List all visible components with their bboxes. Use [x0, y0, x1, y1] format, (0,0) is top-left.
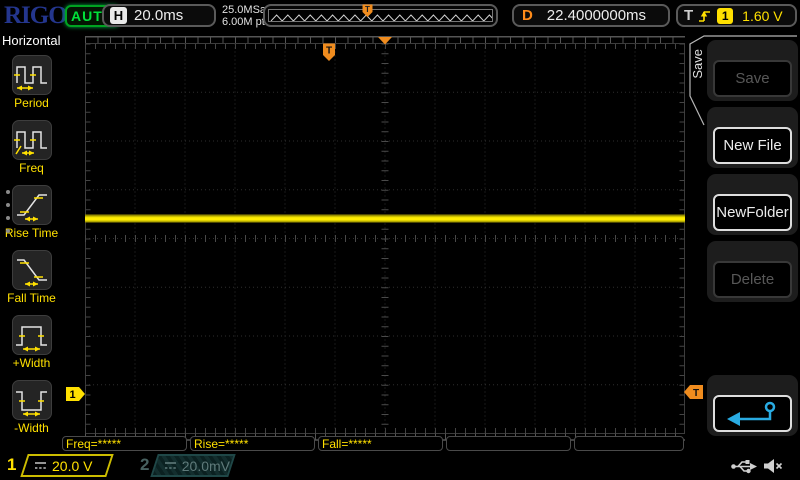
period-icon: [11, 55, 52, 95]
delay-value: 22.4000000ms: [546, 7, 647, 24]
measurement-slot-fall: Fall=*****: [318, 436, 443, 451]
delay-label: D: [522, 7, 533, 24]
preview-zigzag-wave: [270, 14, 492, 21]
menu-item-fall-time[interactable]: Fall Time: [0, 250, 63, 305]
menu-item-minus-width[interactable]: -Width: [0, 380, 63, 435]
plus-width-icon: [11, 315, 52, 355]
measurement-slot-empty: [446, 436, 571, 451]
menu-item-freq[interactable]: Freq: [0, 120, 63, 175]
save-tab-label: Save: [690, 49, 705, 79]
trigger-delay-box: D 22.4000000ms: [512, 4, 670, 27]
menu-item-label: Period: [14, 96, 49, 110]
delete-button-slot: Delete: [707, 241, 798, 302]
horizontal-label: H: [110, 7, 127, 24]
ch1-scale: 20.0 V: [52, 457, 93, 474]
menu-item-label: Fall Time: [7, 291, 56, 305]
timebase-value: 20.0ms: [134, 7, 184, 24]
delete-button: Delete: [713, 261, 792, 298]
speaker-muted-icon: [764, 459, 783, 473]
usb-icon: [731, 460, 757, 474]
menu-item-period[interactable]: Period: [0, 55, 63, 110]
measurement-slot-freq: Freq=*****: [62, 436, 187, 451]
fall-time-icon: [11, 250, 52, 290]
dc-coupling-icon: [165, 462, 176, 469]
menu-page-dot: [6, 216, 10, 220]
horizontal-measure-menu: Horizontal Period Freq Rise Time Fall Ti…: [0, 30, 63, 452]
save-button: Save: [713, 60, 792, 97]
return-arrow-icon: [726, 401, 775, 426]
ch2-scale: 20.0mV: [181, 457, 230, 474]
rise-time-icon: [11, 185, 52, 225]
ch2-number: 2: [140, 455, 150, 474]
save-button-slot: Save: [707, 40, 798, 101]
menu-item-label: Freq: [19, 161, 44, 175]
ch1-waveform: [85, 214, 685, 223]
trigger-level-value: 1.60 V: [742, 7, 783, 24]
return-button[interactable]: [713, 395, 792, 432]
menu-item-label: +Width: [12, 356, 51, 370]
menu-page-dot: [6, 203, 10, 207]
oscilloscope-screen: RIGOL AUTO H 20.0ms 25.0MSa/s 6.00M pts …: [0, 0, 800, 480]
waveform-preview-trace: [268, 9, 493, 22]
channel-status-bar: 1 20.0 V 2 20.0mV: [0, 452, 800, 480]
waveform-preview: T: [263, 4, 498, 27]
ch2-badge[interactable]: 20.0mV: [150, 454, 236, 477]
trigger-info-box: T 1 1.60 V: [676, 4, 797, 27]
measurement-slot-rise: Rise=*****: [190, 436, 315, 451]
new-folder-button-slot: NewFolder: [707, 174, 798, 235]
ch1-badge[interactable]: 20.0 V: [20, 454, 114, 477]
trigger-label: T: [684, 7, 694, 24]
trigger-position-flag-icon[interactable]: T: [323, 43, 335, 62]
freq-icon: [11, 120, 52, 160]
menu-page-dot: [6, 190, 10, 194]
return-button-slot: [707, 375, 798, 436]
new-file-button[interactable]: New File: [713, 127, 792, 164]
new-folder-button[interactable]: NewFolder: [713, 194, 792, 231]
dc-coupling-icon: [35, 462, 46, 469]
menu-page-dot: [6, 229, 10, 233]
preview-trigger-pin-icon[interactable]: T: [362, 4, 373, 18]
graticule-display: T: [85, 36, 685, 441]
svg-text:1: 1: [69, 389, 75, 401]
new-file-button-slot: New File: [707, 107, 798, 168]
left-menu-title: Horizontal: [2, 33, 61, 48]
measurement-slot-empty: [574, 436, 684, 451]
svg-text:T: T: [365, 5, 370, 14]
menu-item-label: Rise Time: [4, 226, 59, 240]
svg-text:T: T: [326, 46, 332, 57]
trigger-source-chip: 1: [717, 7, 734, 24]
horizontal-timebase-box: H 20.0ms: [102, 4, 216, 27]
menu-item-plus-width[interactable]: +Width: [0, 315, 63, 370]
ch1-number: 1: [7, 455, 17, 474]
ch1-level-marker[interactable]: 1: [66, 387, 86, 401]
rising-edge-icon: [699, 10, 711, 22]
minus-width-icon: [11, 380, 52, 420]
menu-item-label: -Width: [14, 421, 49, 435]
save-menu-panel: Save Save New File NewFolder Delete: [686, 30, 800, 452]
